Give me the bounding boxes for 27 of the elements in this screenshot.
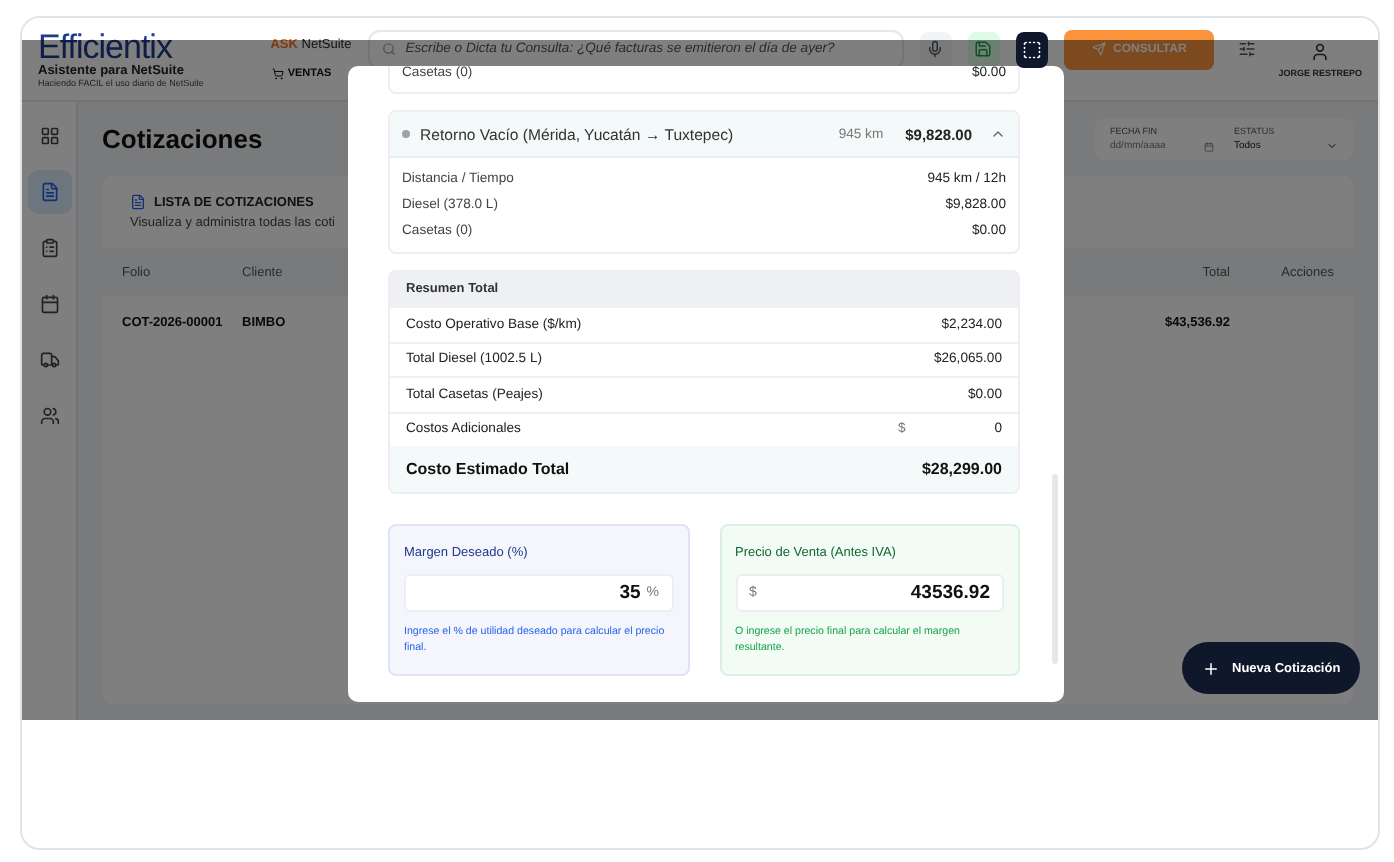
capture-button[interactable] (1015, 31, 1048, 67)
dashed-square-icon (1021, 39, 1042, 59)
microphone-button[interactable] (919, 31, 952, 67)
page-title: Cotizaciones (102, 124, 263, 154)
truck-icon (39, 350, 59, 370)
chevron-down-icon (1326, 140, 1338, 152)
user-icon (1310, 41, 1331, 61)
plus-icon (1202, 659, 1220, 677)
send-icon (1091, 42, 1106, 56)
clipboard-icon (39, 238, 59, 258)
microphone-icon (926, 40, 945, 58)
search-icon (381, 42, 396, 56)
document-icon (130, 194, 146, 210)
chevron-up-icon (990, 126, 1006, 142)
save-icon (974, 40, 993, 58)
total-value: $28,299.00 (921, 460, 1002, 478)
logo: Efficientix (38, 30, 173, 64)
document-icon (39, 182, 59, 202)
total-label: Costo Estimado Total (406, 460, 570, 478)
cart-icon (271, 68, 284, 80)
grid-icon (39, 126, 59, 146)
calendar-icon (39, 294, 59, 314)
document-nav-button[interactable] (27, 170, 71, 214)
sliders-icon (1237, 40, 1256, 58)
calendar-icon (1204, 141, 1214, 151)
users-icon (39, 406, 59, 426)
save-button[interactable] (967, 31, 1000, 67)
